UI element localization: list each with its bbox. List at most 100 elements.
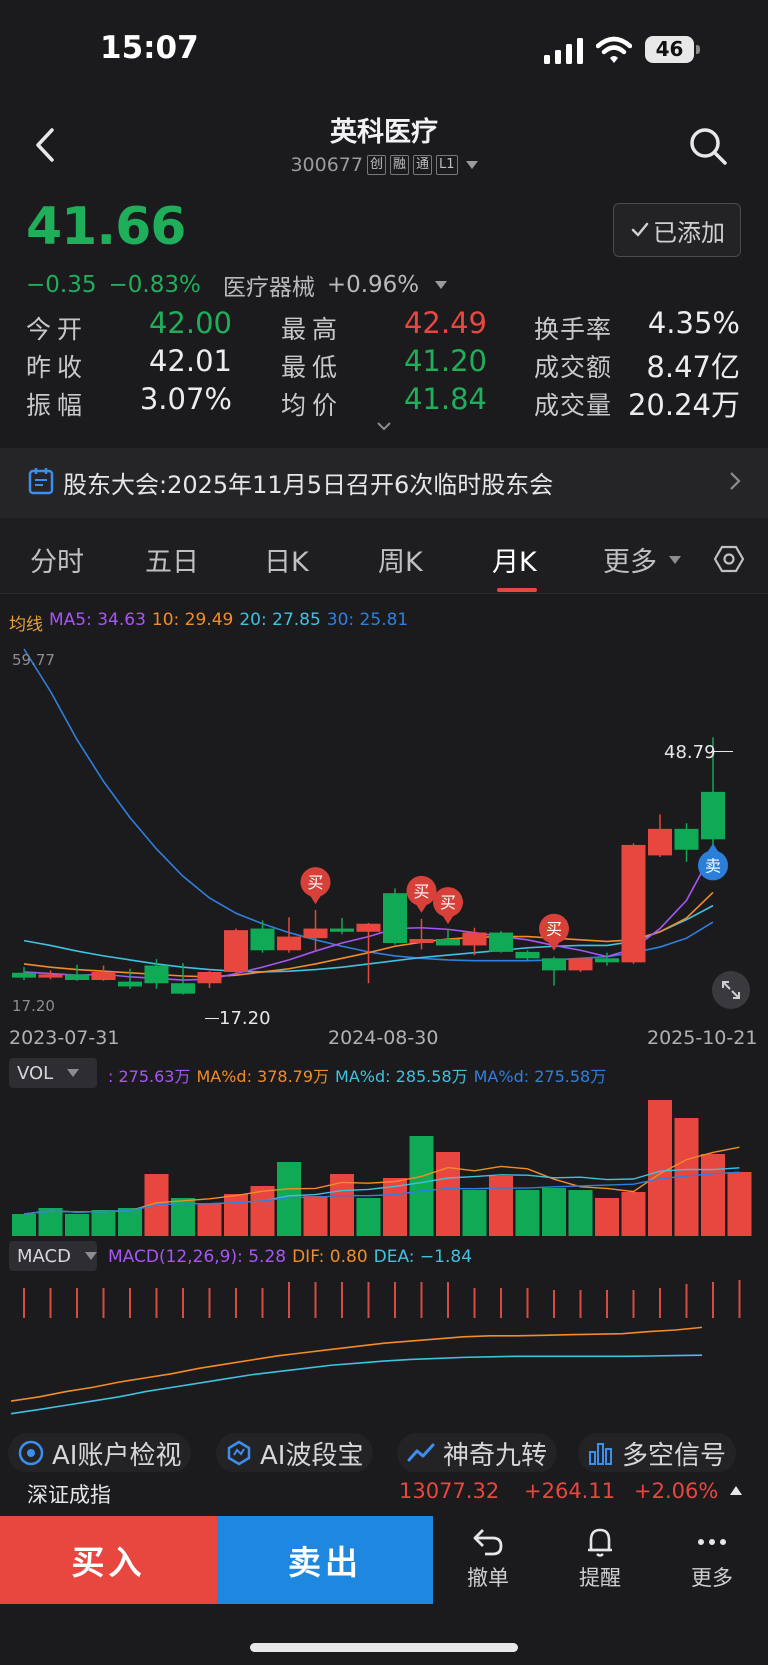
stat-value-high: 42.49 [403, 306, 487, 340]
volume-bar [595, 1198, 619, 1236]
stat-value-volume: 20.24万 [627, 388, 740, 422]
feature-ai-band[interactable]: AI波段宝 [216, 1433, 374, 1473]
price-change: −0.35 [26, 272, 97, 298]
ma10-value: 10: 29.49 [151, 610, 234, 630]
buy-signal-marker-text: 买 [307, 873, 323, 892]
index-change-pct: +2.06% [634, 1479, 719, 1503]
chevron-down-icon [67, 1069, 80, 1077]
buy-button[interactable]: 买入 [0, 1516, 217, 1604]
tab-monthly-k[interactable]: 月K [492, 540, 537, 579]
sector-change: +0.96% [326, 272, 420, 298]
candle-body [277, 936, 301, 951]
volume-bar [118, 1208, 142, 1236]
vol-legend-ma2: MA%d: 285.58万 [335, 1067, 468, 1086]
home-indicator [250, 1643, 518, 1652]
volume-bar [250, 1186, 275, 1236]
ma5-value: MA5: 34.63 [49, 610, 146, 630]
candle-body [489, 932, 513, 952]
candle-body [621, 844, 646, 963]
macd-indicator-selector[interactable]: MACD [9, 1241, 97, 1271]
stat-value-amplitude: 3.07% [139, 382, 232, 416]
settings-hexagon-icon[interactable] [714, 544, 744, 574]
stat-value-prev-close: 42.01 [148, 344, 232, 378]
active-tab-indicator [497, 588, 537, 592]
stat-label-amount: 成交额 [534, 353, 613, 382]
sector-name[interactable]: 医疗器械 [223, 268, 315, 302]
volume-bar [621, 1192, 646, 1236]
sell-button[interactable]: 卖出 [217, 1516, 433, 1604]
stock-code-row[interactable]: 300677 创 融 通 L1 [0, 154, 768, 176]
kline-chart[interactable]: 买买买买卖 [0, 640, 768, 1020]
calendar-icon [28, 468, 54, 495]
vol-legend-ma3: MA%d: 275.58万 [473, 1067, 607, 1086]
expand-chevron-icon[interactable] [376, 420, 392, 432]
volume-bar [489, 1176, 513, 1236]
volume-bar [12, 1214, 36, 1236]
candle-body [462, 932, 487, 946]
stat-value-turnover: 4.35% [647, 306, 740, 340]
feature-ai-account[interactable]: AI账户检视 [8, 1433, 192, 1473]
buy-signal-marker-text: 买 [440, 893, 456, 912]
volume-bar [462, 1190, 487, 1236]
vol-legend-ma1: MA%d: 378.79万 [196, 1067, 330, 1086]
ma-legend: 均线 MA5: 34.63 10: 29.49 20: 27.85 30: 25… [9, 610, 408, 635]
candle-body [250, 928, 275, 951]
stat-label-prev-close: 昨收 [26, 353, 89, 382]
candle-body [118, 981, 142, 987]
volume-bar [409, 1136, 434, 1236]
macd-legend-dif: DIF: 0.80 [292, 1247, 368, 1267]
candle-body [674, 828, 699, 850]
candle-body [224, 930, 248, 972]
chevron-down-icon[interactable] [435, 281, 448, 289]
volume-bar [727, 1172, 752, 1236]
volume-bar [356, 1198, 381, 1236]
tab-intraday[interactable]: 分时 [30, 540, 84, 579]
index-value: 13077.32 [399, 1479, 500, 1503]
stat-label-low: 最低 [281, 353, 344, 382]
index-change: +264.11 [524, 1479, 616, 1503]
candle-body [197, 971, 222, 984]
cancel-order-label: 撤单 [467, 1566, 509, 1590]
search-icon[interactable] [688, 126, 728, 166]
volume-bar [197, 1204, 222, 1236]
feature-magic-nine[interactable]: 神奇九转 [397, 1433, 558, 1473]
candle-body [144, 965, 169, 984]
tag-chuang: 创 [366, 155, 386, 175]
buy-signal-marker-text: 买 [413, 882, 429, 901]
volume-bar [542, 1188, 566, 1236]
volume-bar [648, 1100, 672, 1236]
stat-label-turnover: 换手率 [534, 315, 613, 344]
candle-body [91, 971, 116, 981]
wifi-icon [596, 36, 632, 63]
tab-five-day[interactable]: 五日 [145, 540, 199, 579]
cancel-order-button[interactable]: 撤单 [448, 1526, 528, 1592]
added-label: 已添加 [653, 218, 725, 247]
chevron-down-icon [465, 161, 478, 169]
tab-daily-k[interactable]: 日K [264, 540, 309, 579]
volume-bar [303, 1196, 328, 1236]
notice-text: 股东大会:2025年11月5日召开6次临时股东会 [63, 471, 554, 499]
bell-icon [588, 1528, 612, 1557]
tab-more[interactable]: 更多 [603, 540, 681, 579]
chevron-up-icon[interactable] [730, 1486, 742, 1495]
stat-label-amplitude: 振幅 [26, 391, 89, 420]
checkmark-icon [631, 222, 649, 237]
watchlist-added-button[interactable]: 已添加 [613, 203, 741, 257]
stat-label-high: 最高 [281, 315, 344, 344]
feature-long-short-signal[interactable]: 多空信号 [578, 1433, 737, 1473]
vol-indicator-selector[interactable]: VOL [9, 1058, 97, 1088]
volume-chart [12, 1100, 752, 1236]
vol-label: VOL [17, 1062, 54, 1084]
macd-chart [10, 1280, 741, 1415]
price-change-pct: −0.83% [108, 272, 201, 298]
trend-line-icon [407, 1443, 435, 1462]
tab-weekly-k[interactable]: 周K [378, 540, 423, 579]
alert-button[interactable]: 提醒 [560, 1526, 640, 1592]
candle-body [436, 939, 460, 946]
tag-tong: 通 [413, 155, 433, 175]
ma30-line [23, 648, 714, 962]
stat-label-avg: 均价 [281, 391, 344, 420]
fullscreen-icon[interactable] [711, 970, 751, 1010]
stock-name: 英科医疗 [330, 117, 438, 148]
more-actions-button[interactable]: 更多 [672, 1526, 752, 1592]
